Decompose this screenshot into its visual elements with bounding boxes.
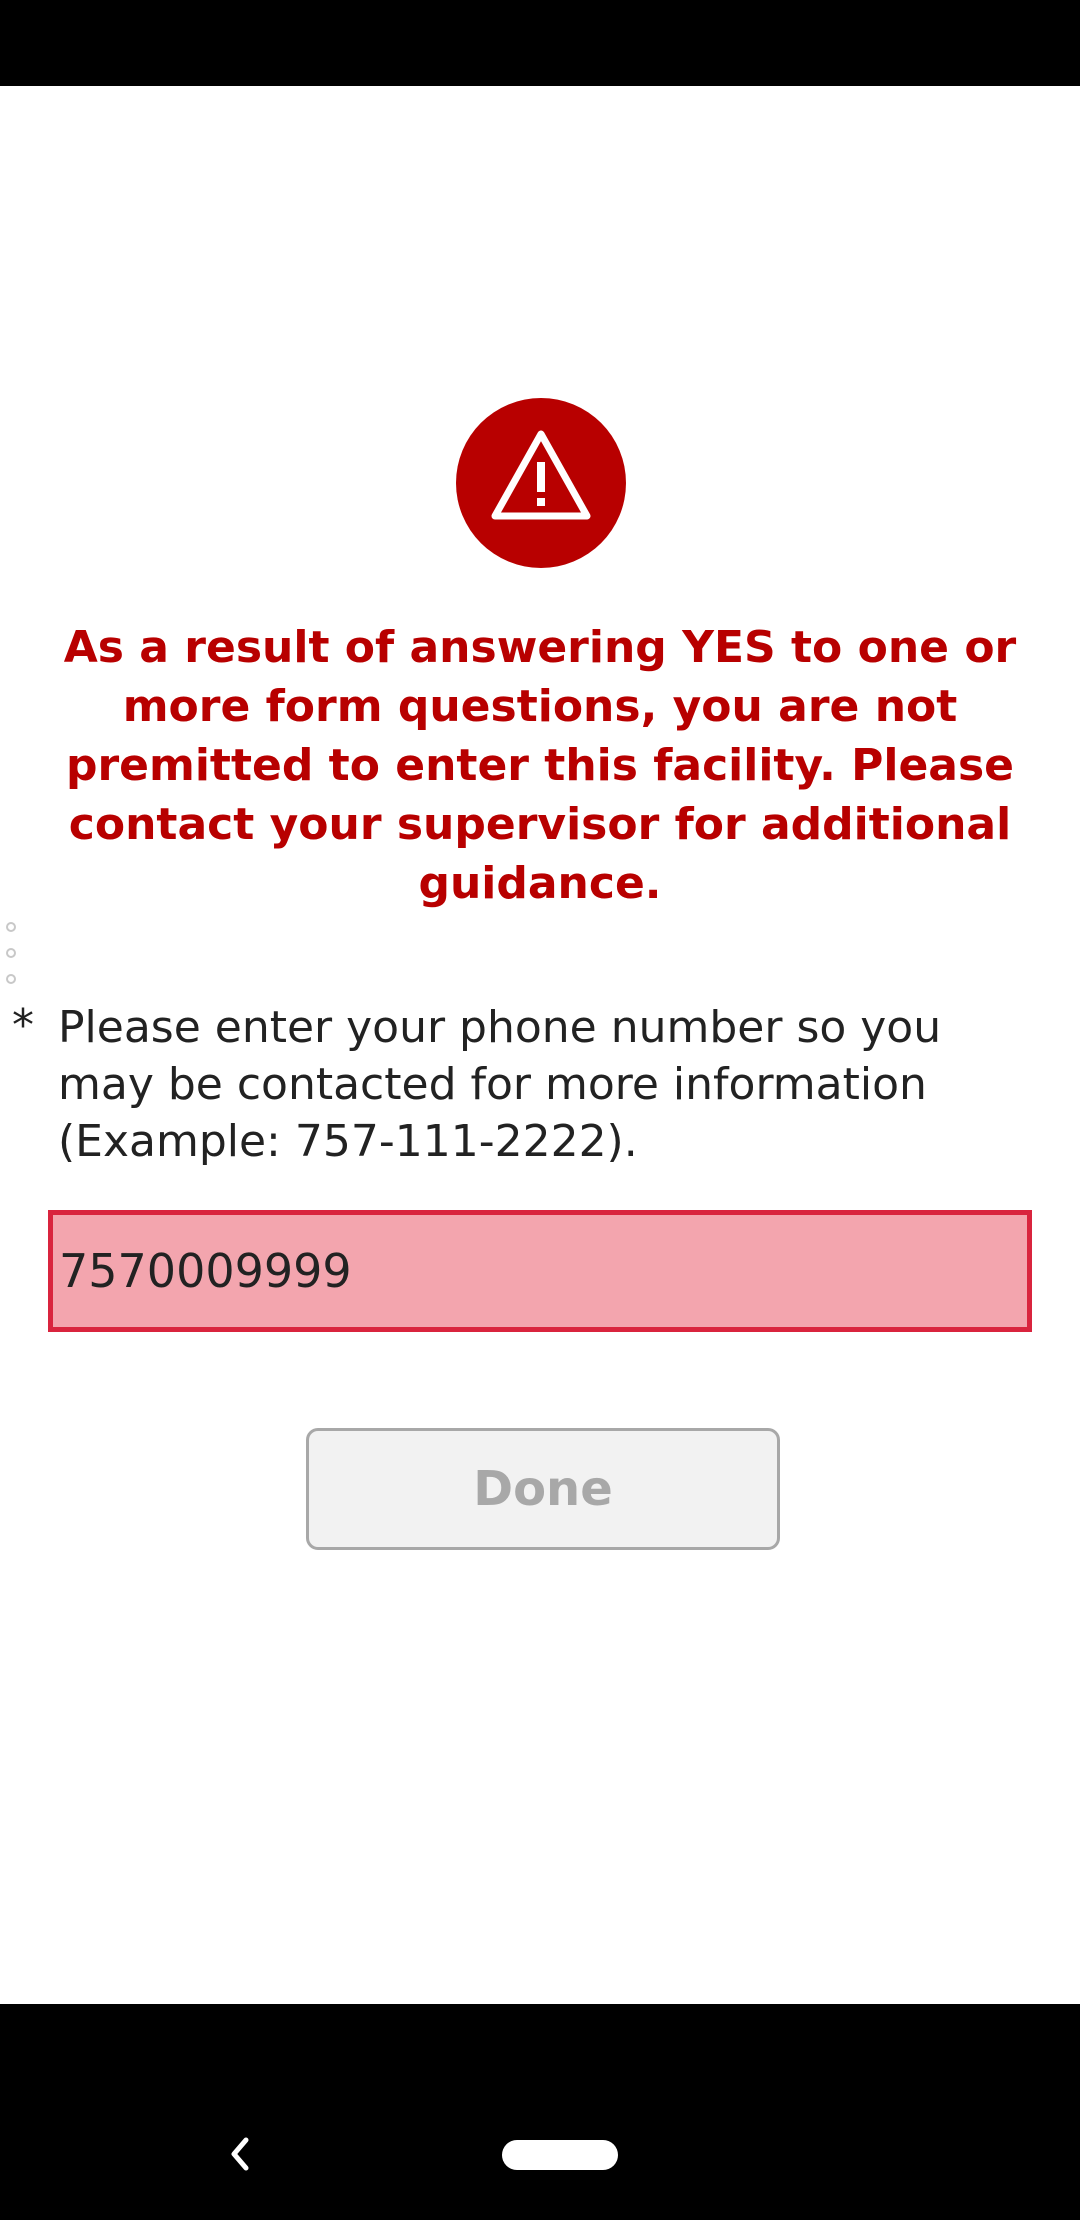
status-bar [0,0,1080,86]
done-button[interactable]: Done [306,1428,780,1550]
phone-number-input[interactable] [48,1210,1032,1332]
phone-question-label: Please enter your phone number so you ma… [58,1002,942,1167]
required-marker: * [12,1000,34,1051]
warning-icon [456,398,626,568]
handle-dot-icon [6,922,16,932]
back-chevron-icon[interactable] [224,2130,254,2178]
system-navigation-bar [0,2004,1080,2220]
drag-handle[interactable] [6,922,20,1000]
alert-message: As a result of answering YES to one or m… [63,622,1017,909]
handle-dot-icon [6,948,16,958]
home-pill-icon[interactable] [502,2140,618,2170]
handle-dot-icon [6,974,16,984]
